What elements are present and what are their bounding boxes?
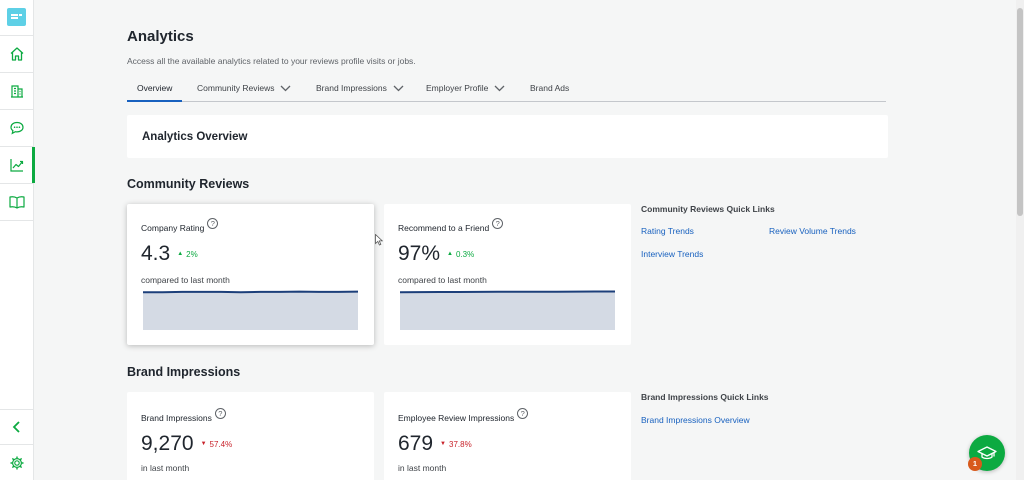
metric-row: 679 ▼ 37.8%	[398, 432, 472, 456]
chevron-down-icon	[281, 85, 291, 91]
brand-impressions-overview-link[interactable]: Brand Impressions Overview	[641, 415, 750, 425]
tab-brand-impressions[interactable]: Brand Impressions	[316, 83, 404, 93]
company-rating-label: Company Rating	[141, 222, 205, 233]
arrow-down-icon: ▼	[200, 441, 207, 447]
overview-card-title: Analytics Overview	[142, 131, 248, 143]
tab-label: Brand Ads	[530, 83, 570, 93]
analytics-overview-card[interactable]: Analytics Overview	[127, 115, 888, 158]
rating-trends-link[interactable]: Rating Trends	[641, 226, 694, 236]
arrow-up-icon: ▲	[177, 251, 184, 257]
reviews-chat-icon	[10, 121, 24, 135]
tab-label: Overview	[137, 83, 173, 93]
sidebar-divider	[0, 220, 34, 221]
mouse-cursor-icon	[375, 234, 383, 246]
change-badge: ▲ 0.3%	[447, 250, 474, 259]
arrow-up-icon: ▲	[447, 251, 453, 257]
sidebar-item-analytics[interactable]	[0, 147, 35, 183]
page-scrollbar[interactable]	[1016, 0, 1024, 480]
page-subtitle: Access all the available analytics relat…	[127, 56, 416, 66]
sparkline-area	[143, 291, 358, 330]
comparison-note: in last month	[141, 463, 190, 473]
home-icon	[10, 47, 24, 61]
metric-row: 9,270 ▼ 57.4%	[141, 432, 232, 456]
chevron-down-icon	[393, 85, 404, 91]
comparison-note: compared to last month	[398, 275, 487, 285]
settings-gear-icon	[10, 456, 24, 470]
sidebar-collapse-button[interactable]	[0, 409, 34, 445]
change-value: 0.3%	[455, 249, 475, 259]
change-value: 2%	[186, 249, 198, 259]
sidebar-item-resources[interactable]	[0, 184, 34, 220]
company-rating-value: 4.3	[141, 242, 171, 265]
change-badge: ▼ 57.4%	[201, 440, 233, 449]
book-icon	[9, 196, 25, 209]
company-rating-sparkline	[143, 290, 358, 330]
app-logo[interactable]	[7, 8, 26, 26]
recommend-friend-sparkline	[400, 290, 615, 330]
brand-impressions-heading: Brand Impressions	[127, 365, 241, 379]
change-badge: ▲ 2%	[177, 250, 198, 259]
metric-row: 97% ▲ 0.3%	[398, 242, 474, 266]
building-icon	[11, 85, 23, 98]
brand-impressions-label: Brand Impressions	[141, 412, 212, 423]
brand-impressions-value: 9,270	[141, 432, 194, 455]
page-title: Analytics	[127, 28, 194, 45]
card-label: Brand Impressions ?	[141, 408, 226, 423]
left-sidebar	[0, 0, 35, 480]
card-label: Recommend to a Friend ?	[398, 218, 504, 233]
comparison-note: in last month	[398, 463, 447, 473]
help-question-icon[interactable]: ?	[492, 218, 504, 229]
sidebar-item-reviews[interactable]	[0, 110, 34, 146]
sparkline-line	[400, 290, 615, 294]
analytics-tabs: Overview Community Reviews Brand Impress…	[126, 79, 886, 102]
tab-community-reviews[interactable]: Community Reviews	[197, 83, 291, 93]
employee-review-impressions-value: 679	[398, 432, 434, 455]
tab-employer-profile[interactable]: Employer Profile	[426, 83, 505, 93]
change-value: 37.8%	[449, 439, 472, 449]
help-question-icon[interactable]: ?	[214, 408, 226, 419]
comparison-note: compared to last month	[141, 275, 230, 285]
tab-brand-ads[interactable]: Brand Ads	[530, 83, 569, 93]
chevron-down-icon	[494, 85, 505, 91]
change-badge: ▼ 37.8%	[440, 440, 472, 449]
recommend-friend-value: 97%	[398, 242, 441, 265]
tab-label: Community Reviews	[197, 83, 275, 93]
card-label: Employee Review Impressions ?	[398, 408, 529, 423]
company-rating-card[interactable]: Company Rating ? 4.3 ▲ 2% compared to las…	[127, 204, 374, 345]
sparkline-line	[143, 290, 358, 294]
review-volume-trends-link[interactable]: Review Volume Trends	[769, 226, 856, 236]
employee-review-impressions-card[interactable]: Employee Review Impressions ? 679 ▼ 37.8%…	[384, 392, 631, 480]
community-reviews-heading: Community Reviews	[127, 177, 250, 191]
tab-label: Brand Impressions	[316, 83, 387, 93]
analytics-chart-icon	[10, 159, 24, 172]
recommend-friend-card[interactable]: Recommend to a Friend ? 97% ▲ 0.3% compar…	[384, 204, 631, 345]
tab-overview[interactable]: Overview	[126, 83, 184, 102]
sparkline-area	[400, 291, 615, 330]
recommend-friend-label: Recommend to a Friend	[398, 222, 490, 233]
change-value: 57.4%	[209, 439, 233, 449]
sidebar-item-company[interactable]	[0, 73, 34, 109]
sidebar-settings-button[interactable]	[0, 445, 34, 480]
sidebar-item-home[interactable]	[0, 36, 34, 72]
arrow-down-icon: ▼	[440, 441, 446, 447]
collapse-chevron-icon	[12, 421, 20, 433]
card-label: Company Rating ?	[141, 218, 219, 233]
notification-badge: 1	[968, 457, 982, 471]
tab-label: Employer Profile	[426, 83, 489, 93]
community-quick-links-title: Community Reviews Quick Links	[641, 204, 775, 214]
interview-trends-link[interactable]: Interview Trends	[641, 249, 703, 259]
metric-row: 4.3 ▲ 2%	[141, 242, 198, 266]
help-question-icon[interactable]: ?	[517, 408, 529, 419]
scrollbar-thumb[interactable]	[1017, 8, 1023, 216]
brand-quick-links-title: Brand Impressions Quick Links	[641, 392, 769, 402]
employee-review-impressions-label: Employee Review Impressions	[398, 412, 515, 423]
brand-impressions-card[interactable]: Brand Impressions ? 9,270 ▼ 57.4% in last…	[127, 392, 374, 480]
help-question-icon[interactable]: ?	[207, 218, 219, 229]
